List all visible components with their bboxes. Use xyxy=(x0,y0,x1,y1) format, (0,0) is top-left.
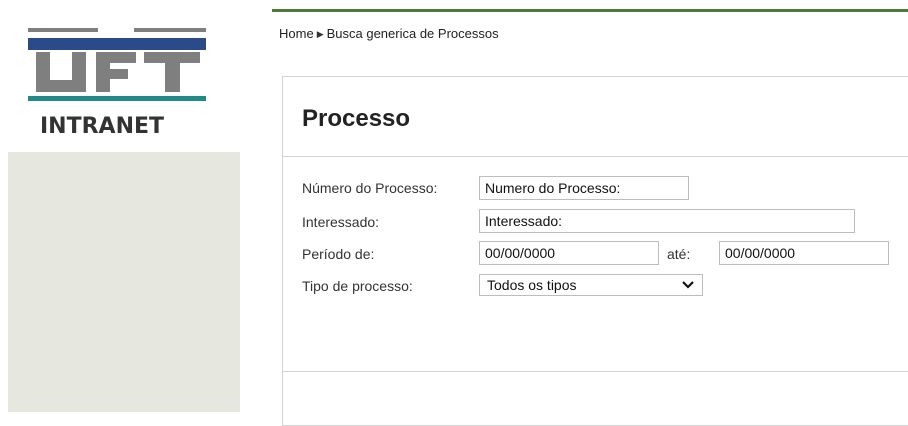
periodo-label: Período de: xyxy=(302,246,375,262)
sidebar: INTRANET xyxy=(0,0,240,412)
divider xyxy=(283,371,908,372)
chevron-right-icon: ▶ xyxy=(316,29,324,39)
periodo-from-input[interactable]: 00/00/0000 xyxy=(479,241,659,265)
uft-logo[interactable] xyxy=(28,28,206,104)
ate-label: até: xyxy=(667,246,691,262)
top-accent-bar xyxy=(272,9,908,12)
process-search-panel: Processo Número do Processo: Numero do P… xyxy=(282,76,908,426)
numero-processo-input[interactable]: Numero do Processo: xyxy=(479,176,689,200)
tipo-processo-selected: Todos os tipos xyxy=(487,277,577,293)
chevron-down-icon xyxy=(682,281,694,289)
periodo-to-input[interactable]: 00/00/0000 xyxy=(719,241,889,265)
tipo-processo-select[interactable]: Todos os tipos xyxy=(479,274,703,296)
interessado-input[interactable]: Interessado: xyxy=(479,209,855,233)
breadcrumb-home-link[interactable]: Home xyxy=(279,26,314,41)
breadcrumb-current: Busca generica de Processos xyxy=(326,26,499,41)
breadcrumb: Home ▶ Busca generica de Processos xyxy=(279,26,499,41)
panel-title: Processo xyxy=(302,105,411,132)
divider xyxy=(283,156,908,157)
interessado-label: Interessado: xyxy=(302,214,380,230)
tipo-processo-label: Tipo de processo: xyxy=(302,278,413,294)
numero-processo-label: Número do Processo: xyxy=(302,180,438,196)
side-menu-panel xyxy=(8,152,240,412)
intranet-label: INTRANET xyxy=(40,114,165,139)
